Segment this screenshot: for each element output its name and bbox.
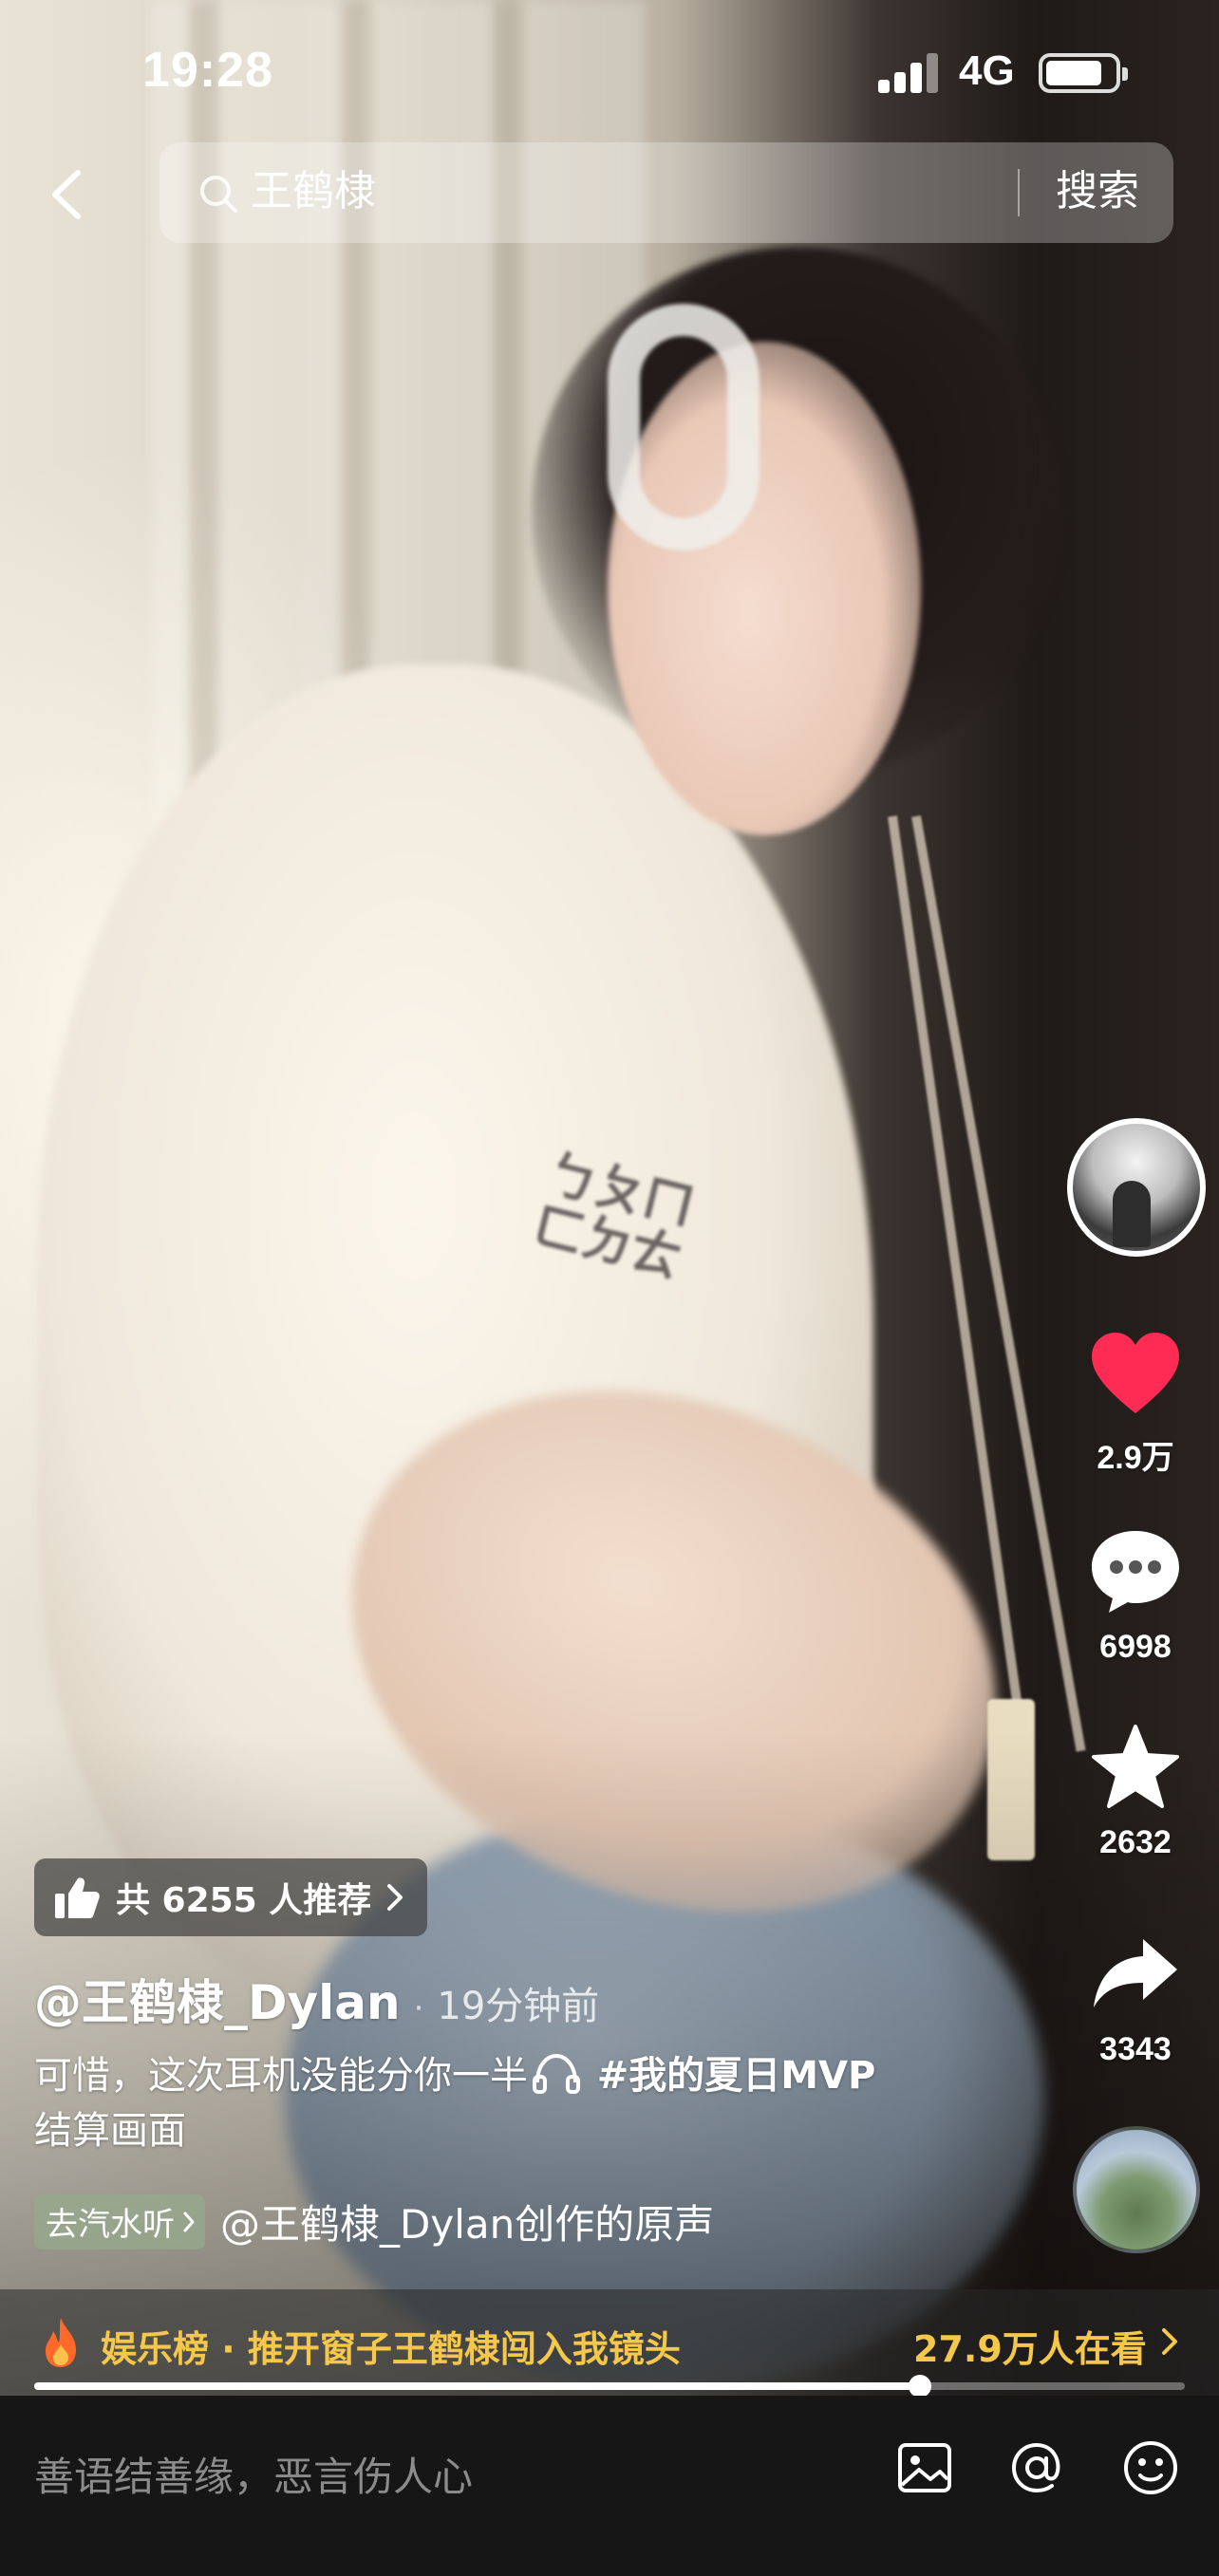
image-icon[interactable] <box>891 2434 959 2502</box>
thumbs-up-icon <box>55 1877 100 1918</box>
listen-in-qishui-button[interactable]: 去汽水听 <box>34 2193 205 2249</box>
progress-fill <box>34 2382 921 2390</box>
search-bar[interactable]: 王鹤棣 搜索 <box>159 142 1173 243</box>
search-divider <box>1018 169 1020 216</box>
favorite-button[interactable]: 2632 <box>1077 1714 1194 1861</box>
chevron-right-icon <box>1162 2328 1177 2355</box>
video-caption: 可惜，这次耳机没能分你一半 #我的夏日MVP 结算画面 <box>34 2048 984 2158</box>
chevron-right-icon <box>387 1884 403 1911</box>
fire-icon <box>46 2318 76 2367</box>
like-count: 2.9万 <box>1097 1440 1174 1476</box>
video-progress-bar[interactable] <box>34 2375 1185 2398</box>
search-button[interactable]: 搜索 <box>1056 167 1139 216</box>
chevron-left-icon <box>52 170 81 219</box>
listen-chip-label: 去汽水听 <box>46 2206 175 2244</box>
post-time: 19分钟前 <box>437 1985 600 2028</box>
comment-input-bar[interactable]: 善语结善缘，恶言伤人心 <box>0 2396 1219 2576</box>
separator-dot: · <box>413 1989 424 2027</box>
headphones-icon <box>533 2053 580 2094</box>
comment-count: 6998 <box>1099 1629 1172 1665</box>
star-icon <box>1092 1725 1179 1808</box>
recommend-text: 共 6255 人推荐 <box>116 1881 372 1920</box>
trending-banner[interactable]: 娱乐榜 · 推开窗子王鹤棣闯入我镜头 27.9万人在看 <box>0 2289 1219 2396</box>
favorite-count: 2632 <box>1099 1824 1172 1860</box>
network-type: 4G <box>959 47 1015 94</box>
recommend-pill[interactable]: 共 6255 人推荐 <box>34 1858 427 1936</box>
like-button[interactable]: 2.9万 <box>1077 1321 1194 1478</box>
share-count: 3343 <box>1099 2031 1172 2067</box>
author-avatar[interactable] <box>1067 1118 1206 1257</box>
video-player[interactable]: ㄅㄆㄇ ㄈㄉㄊ <box>0 0 1219 2396</box>
author-line: @王鹤棣_Dylan · 19分钟前 <box>34 1965 599 2033</box>
mention-icon[interactable] <box>1003 2434 1071 2502</box>
trending-label: 娱乐榜 · 推开窗子王鹤棣闯入我镜头 <box>101 2328 681 2370</box>
signal-icon <box>878 51 941 93</box>
comment-button[interactable]: 6998 <box>1077 1519 1194 1666</box>
battery-fill <box>1046 61 1102 85</box>
heart-icon <box>1092 1333 1179 1413</box>
caption-text: 可惜，这次耳机没能分你一半 <box>34 2054 528 2098</box>
headphone-shape <box>608 304 760 551</box>
search-input[interactable]: 王鹤棣 <box>251 167 376 216</box>
music-disc[interactable] <box>1073 2126 1200 2253</box>
caption-line-2: 结算画面 <box>34 2109 186 2153</box>
chevron-right-icon <box>183 2212 195 2231</box>
comment-input[interactable]: 善语结善缘，恶言伤人心 <box>34 2445 473 2503</box>
status-time: 19:28 <box>142 43 273 98</box>
viewer-count: 27.9万人在看 <box>913 2328 1147 2370</box>
share-icon <box>1094 1939 1177 2007</box>
search-icon <box>200 176 237 213</box>
share-button[interactable]: 3343 <box>1077 1921 1194 2068</box>
author-name[interactable]: @王鹤棣_Dylan <box>34 1965 401 2033</box>
caption-hashtag[interactable]: #我的夏日MVP <box>597 2054 876 2098</box>
comment-icon <box>1092 1531 1179 1613</box>
music-row: 去汽水听 @王鹤棣_Dylan创作的原声 <box>34 2193 714 2250</box>
back-button[interactable] <box>38 161 95 228</box>
battery-icon <box>1039 53 1128 93</box>
emoji-icon[interactable] <box>1116 2434 1185 2502</box>
music-title[interactable]: @王鹤棣_Dylan创作的原声 <box>220 2193 714 2250</box>
